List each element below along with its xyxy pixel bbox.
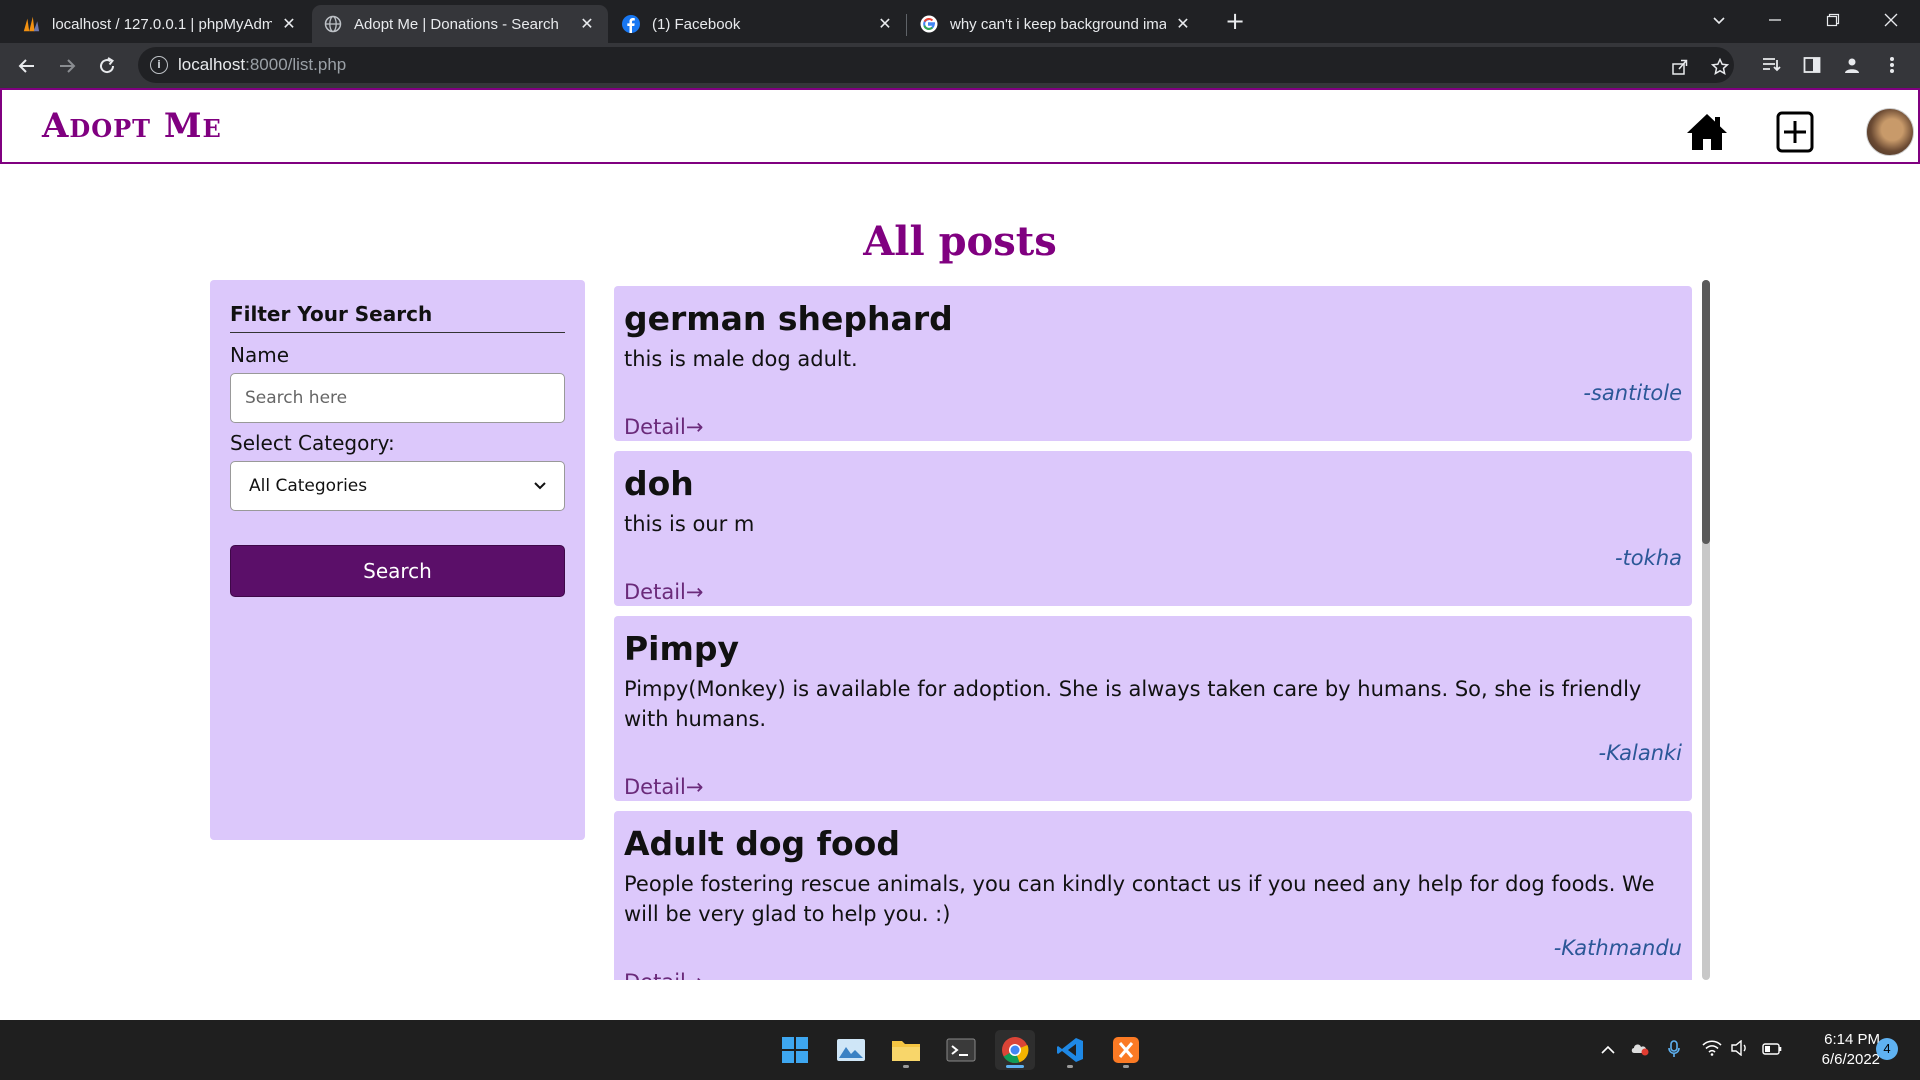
reload-icon[interactable] xyxy=(92,51,122,81)
tab-facebook[interactable]: (1) Facebook ✕ xyxy=(610,5,906,43)
tab-phpmyadmin[interactable]: localhost / 127.0.0.1 | phpMyAdm ✕ xyxy=(10,5,310,43)
new-tab-button[interactable]: + xyxy=(1222,6,1248,36)
post-description: this is male dog adult. xyxy=(624,347,858,371)
post-detail-link[interactable]: Detail→ xyxy=(624,967,703,980)
page-viewport: Adopt Me All posts Filter Your Search Na… xyxy=(0,88,1920,1020)
posts-scrollbar[interactable] xyxy=(1702,280,1710,980)
tab-label: Adopt Me | Donations - Search xyxy=(354,15,559,33)
close-window-icon[interactable] xyxy=(1864,0,1918,40)
wifi-icon[interactable] xyxy=(1702,1040,1722,1060)
category-select[interactable]: All Categories xyxy=(230,461,565,511)
category-selected-value: All Categories xyxy=(249,476,368,496)
tab-google-search[interactable]: why can't i keep background ima ✕ xyxy=(908,5,1204,43)
address-bar[interactable]: i localhost:8000/list.php xyxy=(138,47,1734,83)
browser-tab-bar: localhost / 127.0.0.1 | phpMyAdm ✕ Adopt… xyxy=(0,0,1920,43)
post-author: -tokha xyxy=(1615,546,1682,570)
chevron-down-icon xyxy=(534,478,546,494)
post-card: Adult dog food People fostering rescue a… xyxy=(614,811,1692,980)
post-detail-link[interactable]: Detail→ xyxy=(624,412,703,442)
browser-toolbar: i localhost:8000/list.php xyxy=(0,43,1920,88)
bookmark-star-icon[interactable] xyxy=(1708,55,1732,79)
clock-date: 6/6/2022 xyxy=(1821,1051,1880,1068)
microphone-icon[interactable] xyxy=(1664,1040,1684,1060)
running-indicator xyxy=(903,1065,909,1068)
home-icon[interactable] xyxy=(1686,112,1728,152)
posts-list: german shephard this is male dog adult. … xyxy=(612,286,1702,980)
facebook-icon xyxy=(622,15,640,33)
filter-panel: Filter Your Search Name Select Category:… xyxy=(210,280,585,840)
post-detail-link[interactable]: Detail→ xyxy=(624,772,703,802)
category-label: Select Category: xyxy=(230,431,395,455)
tab-separator xyxy=(906,14,907,36)
post-author: -Kathmandu xyxy=(1553,936,1682,960)
name-label: Name xyxy=(230,343,290,367)
post-detail-link[interactable]: Detail→ xyxy=(624,577,703,607)
running-indicator xyxy=(1123,1065,1129,1068)
url-text: localhost:8000/list.php xyxy=(178,55,347,74)
forward-icon[interactable] xyxy=(52,51,82,81)
reading-list-icon[interactable] xyxy=(1760,53,1784,77)
tab-label: (1) Facebook xyxy=(652,15,741,33)
post-description: People fostering rescue animals, you can… xyxy=(624,872,1655,926)
user-avatar[interactable] xyxy=(1866,108,1914,156)
post-author: -Kalanki xyxy=(1598,741,1682,765)
site-brand[interactable]: Adopt Me xyxy=(42,106,222,146)
windows-taskbar: 6:14 PM 6/6/2022 4 xyxy=(0,1020,1920,1080)
post-card: doh this is our m -tokha Detail→ xyxy=(614,451,1692,606)
post-title: doh xyxy=(624,464,694,503)
scrollbar-thumb[interactable] xyxy=(1702,280,1710,544)
post-card: Pimpy Pimpy(Monkey) is available for ado… xyxy=(614,616,1692,801)
side-panel-icon[interactable] xyxy=(1800,53,1824,77)
google-icon xyxy=(920,15,938,33)
post-description: Pimpy(Monkey) is available for adoption.… xyxy=(624,677,1642,731)
post-title: Pimpy xyxy=(624,629,740,668)
page-title: All posts xyxy=(863,218,1057,265)
tab-label: localhost / 127.0.0.1 | phpMyAdm xyxy=(52,15,272,33)
photos-app-icon[interactable] xyxy=(831,1030,871,1070)
profile-icon[interactable] xyxy=(1840,53,1864,77)
globe-icon xyxy=(324,15,342,33)
back-icon[interactable] xyxy=(12,51,42,81)
running-indicator xyxy=(1067,1065,1073,1068)
clock-time: 6:14 PM xyxy=(1824,1031,1880,1048)
name-search-input[interactable] xyxy=(230,373,565,423)
close-icon[interactable]: ✕ xyxy=(1174,14,1192,34)
tab-search-chevron-icon[interactable] xyxy=(1692,0,1746,40)
tab-adopt-me[interactable]: Adopt Me | Donations - Search ✕ xyxy=(312,5,608,43)
terminal-icon[interactable] xyxy=(941,1030,981,1070)
windows-start-icon[interactable] xyxy=(775,1030,815,1070)
phpmyadmin-icon xyxy=(22,15,40,33)
xampp-icon[interactable] xyxy=(1106,1030,1146,1070)
filter-heading: Filter Your Search xyxy=(230,302,565,333)
search-button[interactable]: Search xyxy=(230,545,565,597)
more-menu-icon[interactable] xyxy=(1880,53,1904,77)
post-author: -santitole xyxy=(1583,381,1682,405)
add-post-icon[interactable] xyxy=(1776,111,1814,153)
tab-label: why can't i keep background ima xyxy=(950,15,1166,33)
file-explorer-icon[interactable] xyxy=(886,1030,926,1070)
chevron-up-icon[interactable] xyxy=(1598,1040,1618,1060)
close-icon[interactable]: ✕ xyxy=(578,14,596,34)
notification-badge[interactable]: 4 xyxy=(1876,1038,1898,1060)
restore-icon[interactable] xyxy=(1806,0,1860,40)
site-info-icon[interactable]: i xyxy=(150,56,168,74)
close-icon[interactable]: ✕ xyxy=(876,14,894,34)
vscode-icon[interactable] xyxy=(1050,1030,1090,1070)
system-clock[interactable]: 6:14 PM 6/6/2022 xyxy=(1790,1030,1880,1070)
post-title: german shephard xyxy=(624,299,953,338)
volume-icon[interactable] xyxy=(1730,1039,1750,1060)
post-description: this is our m xyxy=(624,512,755,536)
running-indicator xyxy=(1006,1065,1024,1068)
site-navbar: Adopt Me xyxy=(0,88,1920,164)
battery-icon[interactable] xyxy=(1762,1040,1782,1060)
post-card: german shephard this is male dog adult. … xyxy=(614,286,1692,441)
share-icon[interactable] xyxy=(1668,55,1692,79)
close-icon[interactable]: ✕ xyxy=(280,14,298,34)
chrome-icon[interactable] xyxy=(995,1030,1035,1070)
post-title: Adult dog food xyxy=(624,824,900,863)
onedrive-icon[interactable] xyxy=(1630,1040,1650,1060)
minimize-icon[interactable] xyxy=(1748,0,1802,40)
